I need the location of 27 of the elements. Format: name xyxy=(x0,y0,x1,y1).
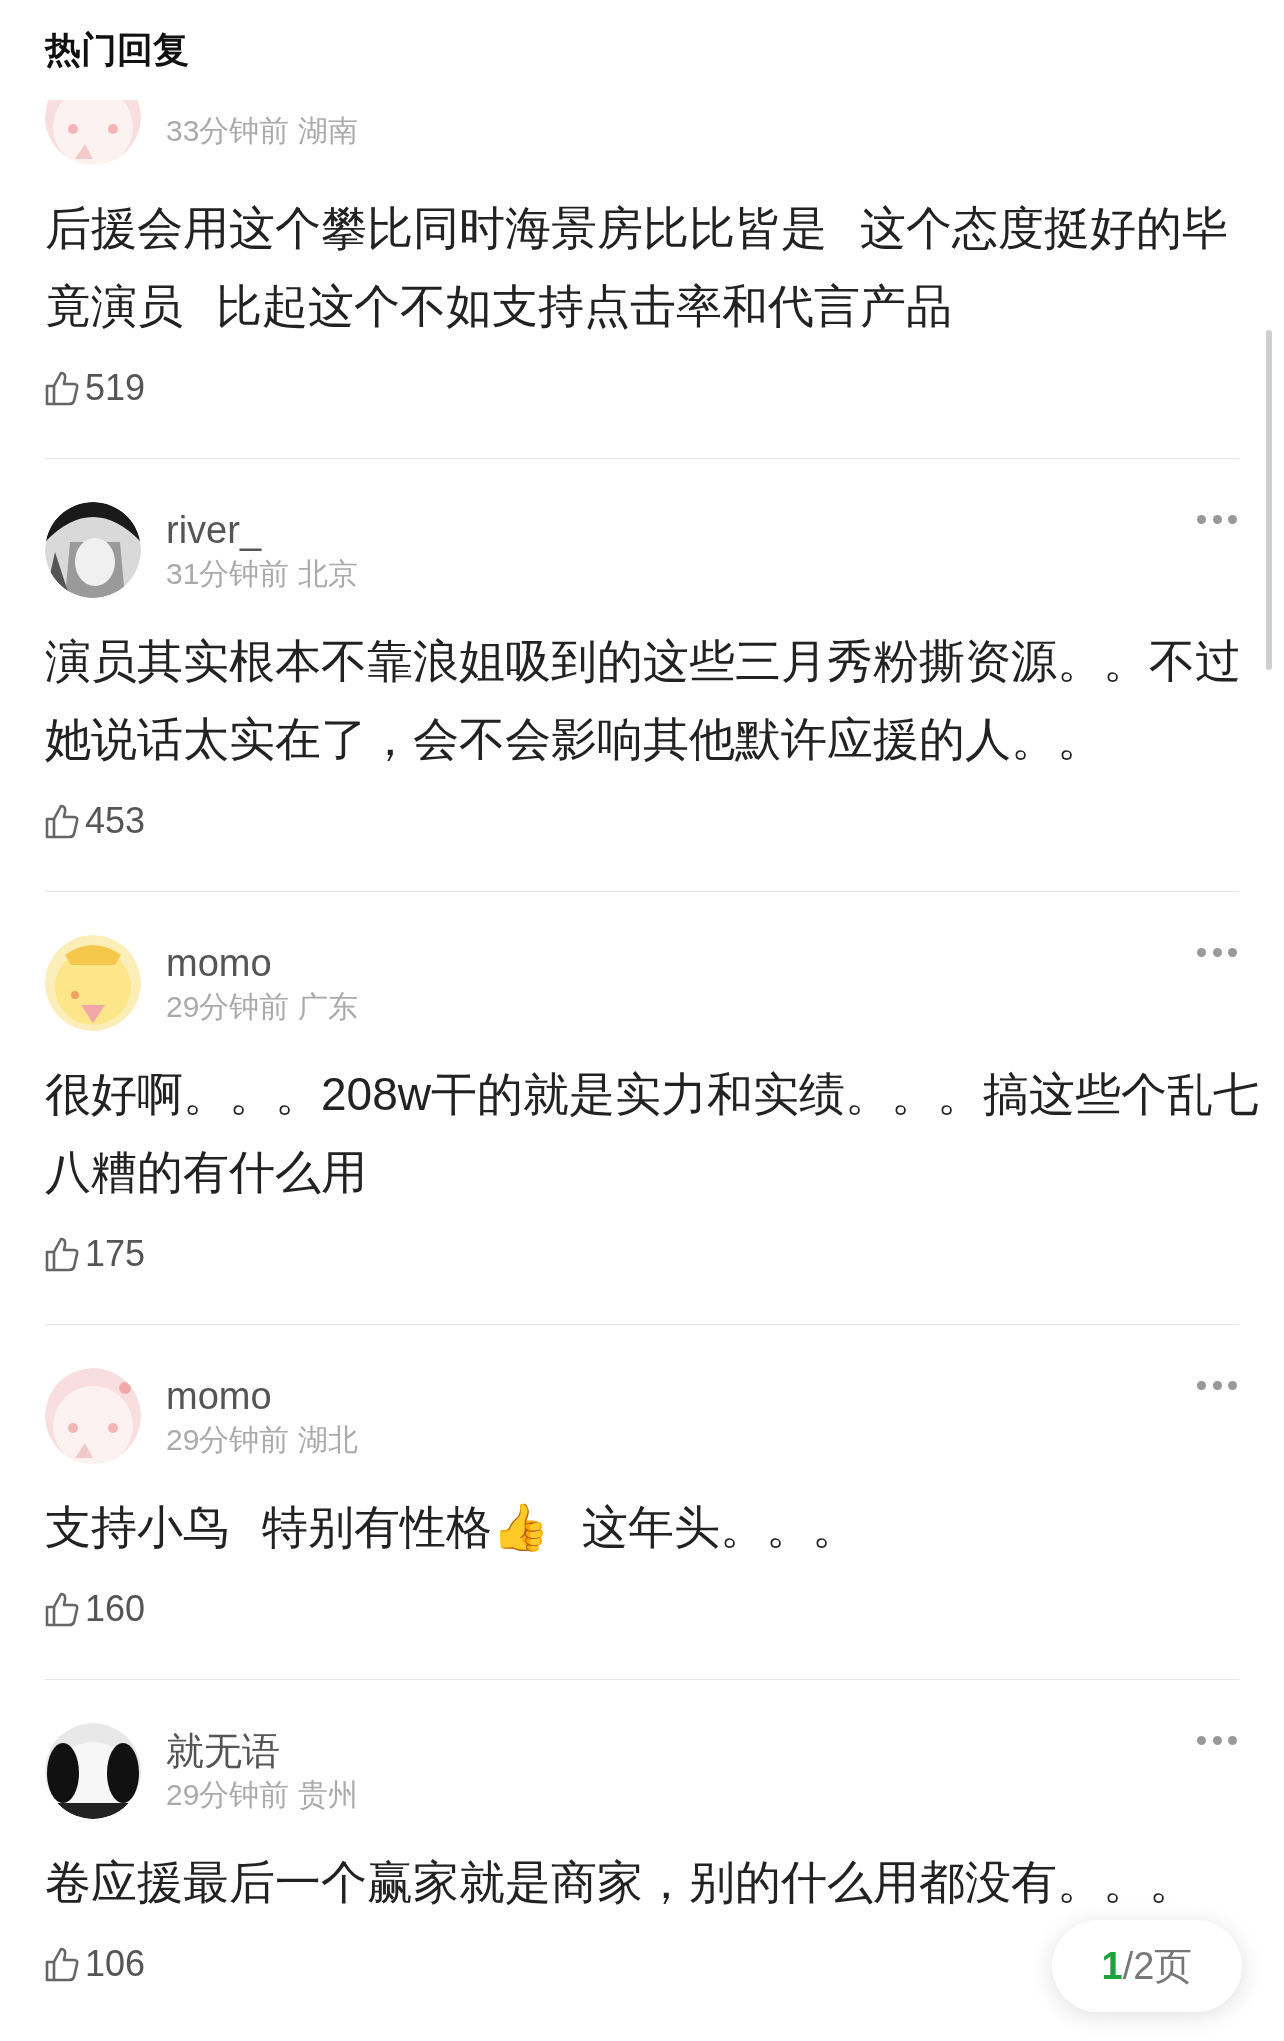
username[interactable]: momo xyxy=(166,1372,1197,1420)
comment-text: 卷应援最后一个赢家就是商家，别的什么用都没有。。。 xyxy=(45,1855,1196,1910)
comment-meta: 33分钟前 湖南 xyxy=(166,113,359,149)
section-title: 热门回复 xyxy=(45,28,189,72)
username[interactable]: 就无语 xyxy=(166,1727,1197,1775)
comment-text: 支持小鸟 特别有性格👍 这年头。。。 xyxy=(45,1500,859,1555)
username[interactable]: momo xyxy=(166,939,1197,987)
comment-meta: 29分钟前 湖北 xyxy=(166,1422,359,1458)
thumbs-up-icon[interactable] xyxy=(45,1946,79,1982)
comment-meta: 31分钟前 北京 xyxy=(166,556,359,592)
scrollbar[interactable] xyxy=(1266,330,1272,670)
thumbs-up-icon[interactable] xyxy=(45,1236,79,1272)
username[interactable]: river_ xyxy=(166,506,1197,554)
thumbs-up-icon[interactable] xyxy=(45,1591,79,1627)
comment-text: 后援会用这个攀比同时海景房比比皆是 这个态度挺好的毕竟演员 比起这个不如支持点击率和代言产品 xyxy=(45,201,1229,334)
page-indicator[interactable]: 1/2页 xyxy=(1052,1920,1242,2012)
comment-text: 很好啊。。。208w干的就是实力和实绩。。。搞这些个乱七八糟的有什么用 xyxy=(45,1067,1260,1200)
like-count: 175 xyxy=(85,1232,146,1276)
comment-meta: 29分钟前 贵州 xyxy=(166,1777,359,1813)
like-count: 519 xyxy=(85,366,146,410)
comment-text: 演员其实根本不靠浪姐吸到的这些三月秀粉撕资源。。不过她说话太实在了，会不会影响其他默许应援的人。。 xyxy=(45,634,1242,767)
thumbs-up-icon[interactable] xyxy=(45,370,79,406)
like-count: 106 xyxy=(85,1942,146,1986)
comment-meta: 29分钟前 广东 xyxy=(166,989,359,1025)
thumbs-up-icon[interactable] xyxy=(45,803,79,839)
like-count: 160 xyxy=(85,1587,146,1631)
like-count: 453 xyxy=(85,799,146,843)
